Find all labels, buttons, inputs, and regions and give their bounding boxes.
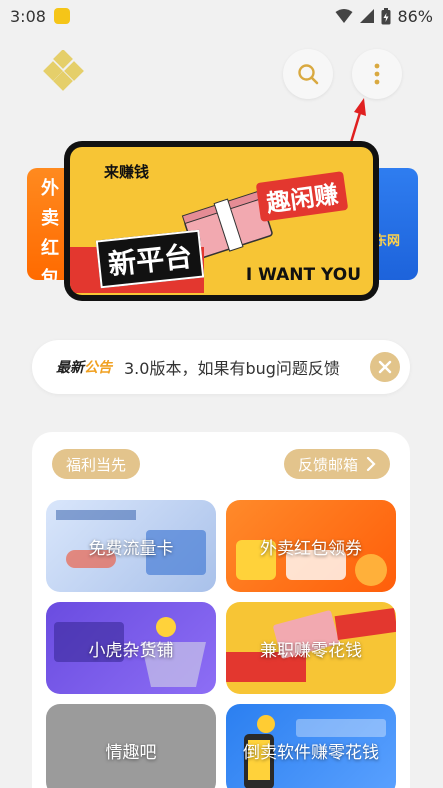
status-time: 3:08 bbox=[10, 6, 46, 26]
close-icon bbox=[378, 360, 392, 374]
tile-takeout-coupon[interactable]: 外卖红包领券 bbox=[226, 500, 396, 592]
tile-label: 外卖红包领券 bbox=[260, 538, 362, 559]
banner-tag: 来赚钱 bbox=[104, 163, 150, 181]
promo-banner-image: 来赚钱 趣闲赚 新平台 I WANT YOU bbox=[70, 147, 373, 295]
welfare-label: 福利当先 bbox=[66, 455, 127, 474]
feedback-label: 反馈邮箱 bbox=[297, 455, 358, 474]
battery-icon bbox=[381, 7, 391, 24]
status-bar: 3:08 86% bbox=[0, 0, 443, 32]
notice-text: 3.0版本，如果有bug问题反馈 bbox=[124, 359, 340, 378]
search-icon bbox=[298, 64, 319, 85]
banner-slogan: I WANT YOU bbox=[245, 265, 361, 285]
notice-bar[interactable]: 最新公告 3.0版本，如果有bug问题反馈 bbox=[32, 340, 410, 394]
services-panel: 福利当先 反馈邮箱 免费流量卡 外卖红包领券 小虎杂货铺 兼职赚零花钱 情趣吧 … bbox=[32, 432, 410, 788]
tile-resell-software[interactable]: 倒卖软件赚零花钱 bbox=[226, 704, 396, 788]
tile-label: 倒卖软件赚零花钱 bbox=[243, 742, 379, 763]
more-vertical-icon bbox=[374, 63, 380, 85]
tile-label: 兼职赚零花钱 bbox=[260, 640, 362, 661]
promo-banner[interactable]: 来赚钱 趣闲赚 新平台 I WANT YOU bbox=[64, 141, 379, 301]
tile-free-data-card[interactable]: 免费流量卡 bbox=[46, 500, 216, 592]
app-logo-icon bbox=[43, 50, 84, 91]
tile-label: 情趣吧 bbox=[105, 742, 157, 763]
tile-label: 小虎杂货铺 bbox=[88, 640, 174, 661]
notice-label-b: 公告 bbox=[84, 360, 112, 376]
wifi-icon bbox=[335, 9, 353, 23]
notice-label: 最新公告 bbox=[56, 357, 112, 377]
banner-title: 趣闲赚 bbox=[255, 171, 349, 222]
search-button[interactable] bbox=[283, 49, 333, 99]
tile-label: 免费流量卡 bbox=[88, 538, 174, 559]
tile-part-time-job[interactable]: 兼职赚零花钱 bbox=[226, 602, 396, 694]
tile-tiger-store[interactable]: 小虎杂货铺 bbox=[46, 602, 216, 694]
feedback-email-button[interactable]: 反馈邮箱 bbox=[283, 449, 390, 479]
battery-percent: 86% bbox=[397, 6, 433, 26]
notification-app-icon bbox=[53, 8, 70, 24]
notice-close-button[interactable] bbox=[370, 352, 400, 382]
signal-icon bbox=[360, 9, 375, 23]
tile-qingqu[interactable]: 情趣吧 bbox=[46, 704, 216, 788]
welfare-tab[interactable]: 福利当先 bbox=[52, 449, 141, 479]
notice-label-a: 最新 bbox=[56, 360, 84, 376]
more-options-button[interactable] bbox=[352, 49, 402, 99]
status-right-group: 86% bbox=[335, 7, 433, 26]
chevron-right-icon bbox=[366, 457, 376, 471]
